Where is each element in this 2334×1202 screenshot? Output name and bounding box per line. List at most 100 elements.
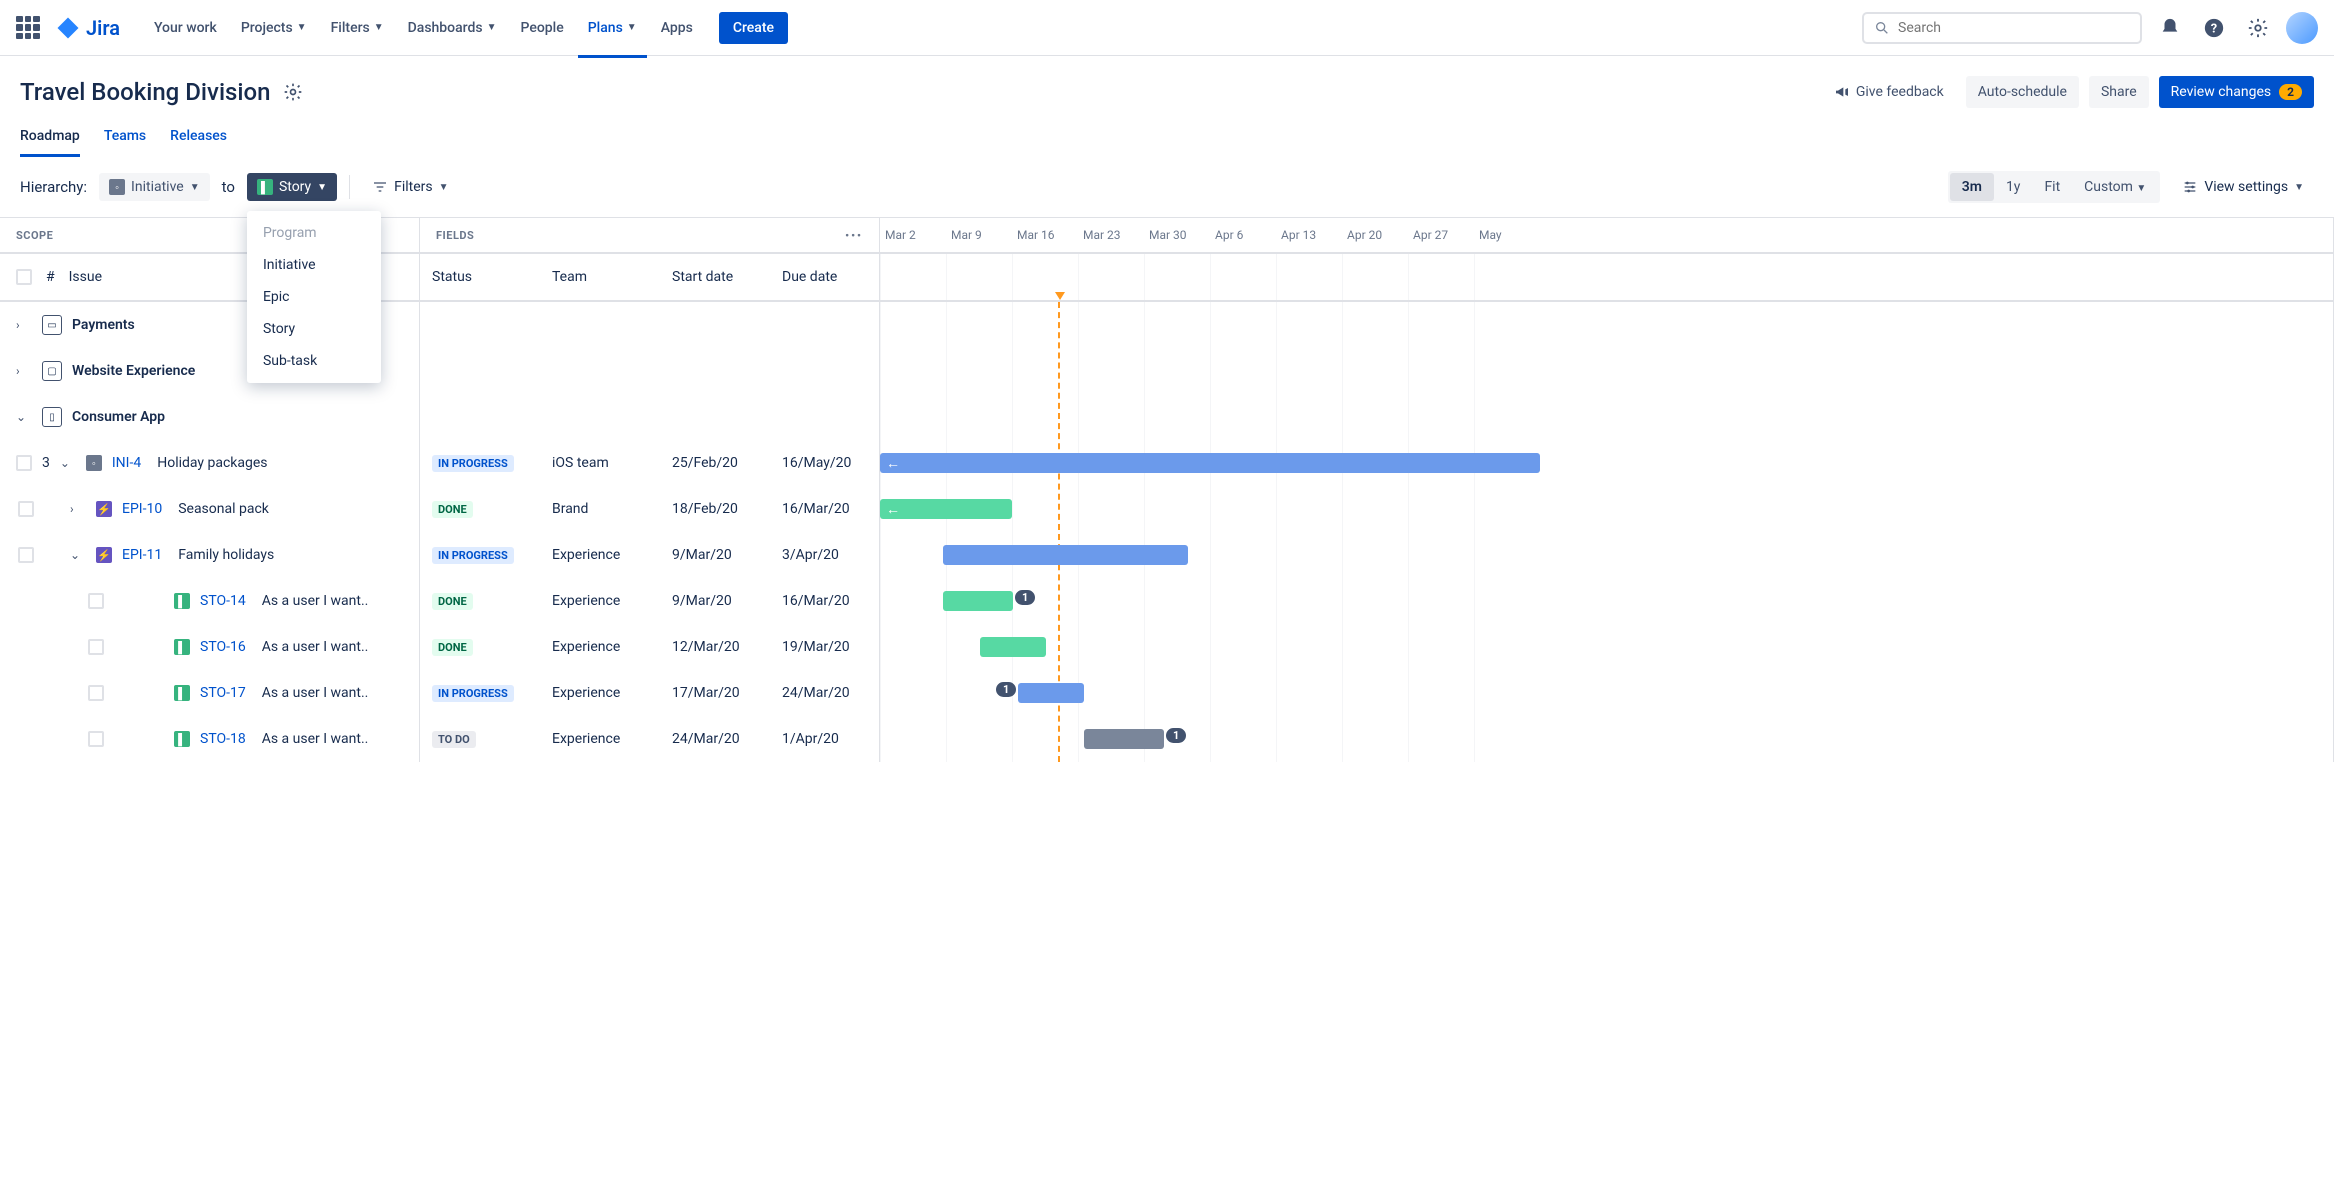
due-date-value[interactable]: 19/Mar/20 [770, 639, 880, 656]
issue-row[interactable]: ▌ STO-16 As a user I want.. [0, 624, 419, 670]
due-date-value[interactable]: 1/Apr/20 [770, 731, 880, 748]
issue-checkbox[interactable] [88, 639, 104, 655]
user-avatar[interactable] [2286, 12, 2318, 44]
gantt-bar[interactable] [1084, 729, 1164, 749]
status-badge[interactable]: DONE [432, 501, 473, 518]
share-button[interactable]: Share [2089, 76, 2149, 108]
issue-row[interactable]: ▌ STO-17 As a user I want.. [0, 670, 419, 716]
hierarchy-to-select[interactable]: ▌ Story ▼ ProgramInitiativeEpicStorySub-… [247, 173, 337, 201]
hierarchy-option-sub-task[interactable]: Sub-task [247, 345, 381, 377]
filters-button[interactable]: Filters ▼ [362, 173, 458, 201]
issue-checkbox[interactable] [88, 731, 104, 747]
select-all-checkbox[interactable] [16, 269, 32, 285]
nav-item-plans[interactable]: Plans▼ [578, 12, 647, 44]
issue-row[interactable]: ▌ STO-14 As a user I want.. [0, 578, 419, 624]
start-date-value[interactable]: 12/Mar/20 [660, 639, 770, 656]
gantt-bar[interactable] [1018, 683, 1084, 703]
nav-item-people[interactable]: People [511, 12, 574, 44]
issue-key[interactable]: STO-17 [200, 685, 246, 701]
gantt-bar[interactable]: ← [880, 453, 1540, 473]
team-value[interactable]: Experience [540, 731, 660, 748]
status-badge[interactable]: IN PROGRESS [432, 455, 514, 472]
issue-row[interactable]: ⌄⚡ EPI-11 Family holidays [0, 532, 419, 578]
expand-toggle[interactable]: › [16, 318, 32, 332]
start-date-value[interactable]: 17/Mar/20 [660, 685, 770, 702]
nav-item-filters[interactable]: Filters▼ [321, 12, 394, 44]
due-date-value[interactable]: 16/Mar/20 [770, 501, 880, 518]
expand-toggle[interactable]: ⌄ [70, 548, 86, 562]
issue-key[interactable]: EPI-10 [122, 501, 162, 517]
review-changes-button[interactable]: Review changes 2 [2159, 76, 2314, 108]
issue-checkbox[interactable] [16, 455, 32, 471]
status-badge[interactable]: TO DO [432, 731, 476, 748]
start-date-value[interactable]: 9/Mar/20 [660, 547, 770, 564]
team-value[interactable]: Experience [540, 639, 660, 656]
give-feedback-button[interactable]: Give feedback [1822, 76, 1956, 108]
issue-checkbox[interactable] [88, 685, 104, 701]
due-date-value[interactable]: 3/Apr/20 [770, 547, 880, 564]
jira-logo[interactable]: Jira [56, 16, 120, 40]
view-settings-button[interactable]: View settings ▼ [2172, 173, 2314, 201]
issue-checkbox[interactable] [18, 501, 34, 517]
zoom-fit[interactable]: Fit [2032, 173, 2072, 201]
dependency-badge[interactable]: 1 [1166, 728, 1186, 743]
zoom-custom[interactable]: Custom ▼ [2072, 173, 2158, 201]
dependency-badge[interactable]: 1 [1015, 590, 1035, 605]
team-value[interactable]: Brand [540, 501, 660, 518]
project-row[interactable]: ⌄ ▯ Consumer App [0, 394, 419, 440]
start-date-value[interactable]: 18/Feb/20 [660, 501, 770, 518]
gantt-bar[interactable]: ← [880, 499, 1012, 519]
team-value[interactable]: Experience [540, 685, 660, 702]
issue-row[interactable]: ▌ STO-18 As a user I want.. [0, 716, 419, 762]
team-value[interactable]: iOS team [540, 455, 660, 472]
status-badge[interactable]: IN PROGRESS [432, 547, 514, 564]
start-date-value[interactable]: 24/Mar/20 [660, 731, 770, 748]
nav-item-projects[interactable]: Projects▼ [231, 12, 317, 44]
auto-schedule-button[interactable]: Auto-schedule [1966, 76, 2079, 108]
hierarchy-from-select[interactable]: ◦ Initiative ▼ [99, 173, 210, 201]
expand-toggle[interactable]: › [70, 502, 86, 516]
team-value[interactable]: Experience [540, 547, 660, 564]
issue-key[interactable]: EPI-11 [122, 547, 162, 563]
nav-item-your-work[interactable]: Your work [144, 12, 227, 44]
create-button[interactable]: Create [719, 12, 788, 44]
status-badge[interactable]: DONE [432, 593, 473, 610]
zoom-3m[interactable]: 3m [1950, 173, 1994, 201]
tab-teams[interactable]: Teams [104, 120, 146, 155]
notifications-icon[interactable] [2154, 12, 2186, 44]
expand-toggle[interactable]: ⌄ [60, 456, 76, 470]
issue-row[interactable]: 3⌄◦ INI-4 Holiday packages [0, 440, 419, 486]
team-value[interactable]: Experience [540, 593, 660, 610]
gantt-bar[interactable] [943, 545, 1188, 565]
app-switcher-icon[interactable] [16, 16, 40, 40]
status-badge[interactable]: DONE [432, 639, 473, 656]
issue-row[interactable]: ›⚡ EPI-10 Seasonal pack [0, 486, 419, 532]
issue-key[interactable]: STO-16 [200, 639, 246, 655]
issue-key[interactable]: STO-18 [200, 731, 246, 747]
plan-settings-icon[interactable] [283, 82, 303, 102]
issue-key[interactable]: STO-14 [200, 593, 246, 609]
due-date-value[interactable]: 16/Mar/20 [770, 593, 880, 610]
status-badge[interactable]: IN PROGRESS [432, 685, 514, 702]
due-date-value[interactable]: 24/Mar/20 [770, 685, 880, 702]
settings-icon[interactable] [2242, 12, 2274, 44]
issue-checkbox[interactable] [88, 593, 104, 609]
due-date-value[interactable]: 16/May/20 [770, 455, 880, 472]
issue-checkbox[interactable] [18, 547, 34, 563]
more-fields-icon[interactable]: ••• [845, 229, 863, 242]
issue-key[interactable]: INI-4 [112, 455, 141, 471]
expand-toggle[interactable]: › [16, 364, 32, 378]
hierarchy-option-initiative[interactable]: Initiative [247, 249, 381, 281]
nav-item-dashboards[interactable]: Dashboards▼ [398, 12, 507, 44]
hierarchy-option-story[interactable]: Story [247, 313, 381, 345]
zoom-1y[interactable]: 1y [1994, 173, 2033, 201]
gantt-bar[interactable] [980, 637, 1046, 657]
search-box[interactable] [1862, 12, 2142, 44]
dependency-badge[interactable]: 1 [996, 682, 1016, 697]
search-input[interactable] [1898, 20, 2130, 36]
tab-roadmap[interactable]: Roadmap [20, 120, 80, 157]
start-date-value[interactable]: 9/Mar/20 [660, 593, 770, 610]
help-icon[interactable]: ? [2198, 12, 2230, 44]
expand-toggle[interactable]: ⌄ [16, 410, 32, 424]
nav-item-apps[interactable]: Apps [651, 12, 703, 44]
